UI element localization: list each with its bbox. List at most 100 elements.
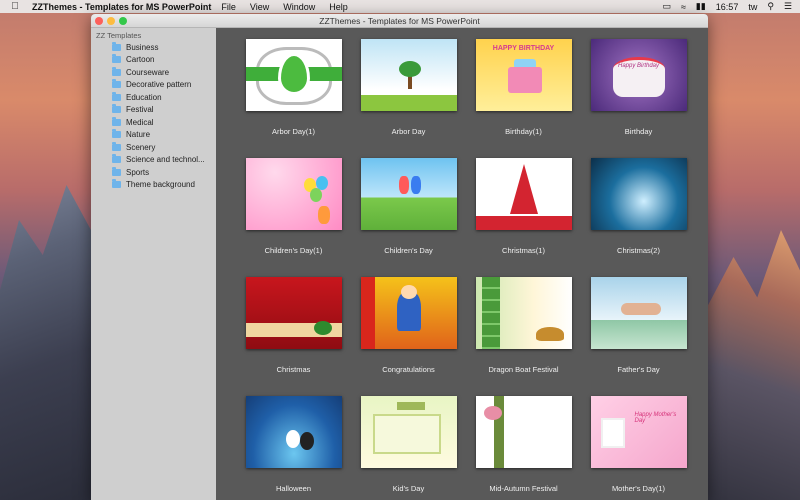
sidebar-item-medical[interactable]: Medical xyxy=(91,116,216,129)
template-gallery: Arbor Day(1) Arbor Day HAPPY BIRTHDAY Bi… xyxy=(216,28,708,500)
template-label: Father's Day xyxy=(617,365,660,374)
template-thumbnail[interactable]: HAPPY BIRTHDAY xyxy=(475,39,572,111)
sidebar-item-science[interactable]: Science and technol... xyxy=(91,154,216,167)
menu-app-name[interactable]: ZZThemes - Templates for MS PowerPoint xyxy=(32,2,211,12)
sidebar-item-label: Business xyxy=(126,42,159,52)
template-thumbnail[interactable] xyxy=(475,158,572,230)
desktop-mountain-left xyxy=(0,185,95,500)
template-item[interactable]: Children's Day xyxy=(351,152,466,271)
sidebar-item-courseware[interactable]: Courseware xyxy=(91,66,216,79)
sidebar-item-nature[interactable]: Nature xyxy=(91,129,216,142)
sidebar-item-theme-background[interactable]: Theme background xyxy=(91,179,216,192)
template-thumbnail[interactable] xyxy=(245,277,342,349)
sidebar-item-label: Courseware xyxy=(126,67,170,77)
sidebar-item-festival[interactable]: Festival xyxy=(91,104,216,117)
list-icon[interactable]: ☰ xyxy=(784,1,792,12)
sidebar-item-decorative-pattern[interactable]: Decorative pattern xyxy=(91,79,216,92)
menu-view[interactable]: View xyxy=(250,2,269,12)
wifi-icon[interactable]: ≈ xyxy=(681,2,686,12)
sidebar-item-label: Scenery xyxy=(126,142,156,152)
template-item[interactable]: Kid's Day xyxy=(351,390,466,500)
template-thumbnail[interactable] xyxy=(360,39,457,111)
folder-icon xyxy=(112,41,121,51)
user-name[interactable]: tw xyxy=(748,2,757,12)
menu-bar-tray: ▭ ≈ ▮▮ 16:57 tw ⚲ ☰ xyxy=(662,1,792,12)
sidebar-item-label: Science and technol... xyxy=(126,155,205,165)
folder-icon xyxy=(112,91,121,101)
menu-window[interactable]: Window xyxy=(283,2,315,12)
folder-icon xyxy=(112,179,121,189)
sidebar-item-sports[interactable]: Sports xyxy=(91,166,216,179)
app-window: ZZThemes - Templates for MS PowerPoint Z… xyxy=(91,14,708,500)
folder-icon xyxy=(112,154,121,164)
menu-file[interactable]: File xyxy=(221,2,236,12)
desktop-mountain-right xyxy=(705,230,800,500)
sidebar-item-label: Theme background xyxy=(126,180,195,190)
template-item[interactable]: Christmas(2) xyxy=(581,152,696,271)
template-thumbnail[interactable] xyxy=(360,277,457,349)
template-item[interactable]: Congratulations xyxy=(351,271,466,390)
template-grid: Arbor Day(1) Arbor Day HAPPY BIRTHDAY Bi… xyxy=(216,28,708,500)
search-icon[interactable]: ⚲ xyxy=(767,1,774,12)
battery-icon[interactable]: ▮▮ xyxy=(696,1,706,12)
template-item[interactable]: Arbor Day(1) xyxy=(236,33,351,152)
template-label: Christmas(2) xyxy=(617,246,660,255)
template-item[interactable]: Mid-Autumn Festival xyxy=(466,390,581,500)
folder-icon xyxy=(112,79,121,89)
template-label: Congratulations xyxy=(382,365,435,374)
template-thumbnail[interactable]: Happy Mother's Day xyxy=(590,396,687,468)
template-item[interactable]: Father's Day xyxy=(581,271,696,390)
template-thumbnail[interactable] xyxy=(590,277,687,349)
template-thumbnail[interactable] xyxy=(475,396,572,468)
template-label: Christmas(1) xyxy=(502,246,545,255)
template-label: Dragon Boat Festival xyxy=(488,365,559,374)
template-label: Arbor Day xyxy=(391,127,426,136)
template-item[interactable]: Arbor Day xyxy=(351,33,466,152)
template-label: Children's Day xyxy=(384,246,433,255)
template-item[interactable]: Happy Birthday Birthday xyxy=(581,33,696,152)
template-thumbnail[interactable]: Happy Birthday xyxy=(590,39,687,111)
template-label: Mid-Autumn Festival xyxy=(489,484,558,493)
template-item[interactable]: Dragon Boat Festival xyxy=(466,271,581,390)
folder-icon xyxy=(112,54,121,64)
folder-icon xyxy=(112,116,121,126)
template-label: Arbor Day(1) xyxy=(272,127,315,136)
template-label: Children's Day(1) xyxy=(264,246,323,255)
template-thumbnail[interactable] xyxy=(590,158,687,230)
template-item[interactable]: Christmas xyxy=(236,271,351,390)
sidebar-item-scenery[interactable]: Scenery xyxy=(91,141,216,154)
airplay-icon[interactable]: ▭ xyxy=(662,1,671,12)
apple-icon[interactable]:  xyxy=(6,1,24,12)
sidebar-item-business[interactable]: Business xyxy=(91,41,216,54)
template-item[interactable]: Children's Day(1) xyxy=(236,152,351,271)
menu-help[interactable]: Help xyxy=(329,2,348,12)
template-item[interactable]: Happy Mother's Day Mother's Day(1) xyxy=(581,390,696,500)
template-label: Mother's Day(1) xyxy=(611,484,666,493)
sidebar-item-label: Cartoon xyxy=(126,55,155,65)
clock[interactable]: 16:57 xyxy=(716,2,739,12)
template-thumbnail[interactable] xyxy=(360,158,457,230)
thumbnail-text: Happy Mother's Day xyxy=(634,412,677,424)
sidebar-item-education[interactable]: Education xyxy=(91,91,216,104)
template-thumbnail[interactable] xyxy=(245,396,342,468)
sidebar-item-label: Festival xyxy=(126,105,154,115)
template-item[interactable]: Christmas(1) xyxy=(466,152,581,271)
template-thumbnail[interactable] xyxy=(245,158,342,230)
template-thumbnail[interactable] xyxy=(245,39,342,111)
template-thumbnail[interactable] xyxy=(475,277,572,349)
sidebar-item-label: Sports xyxy=(126,167,150,177)
sidebar: ZZ Templates Business Cartoon Courseware… xyxy=(91,28,216,500)
window-titlebar[interactable]: ZZThemes - Templates for MS PowerPoint xyxy=(91,14,708,28)
thumbnail-text: HAPPY BIRTHDAY xyxy=(492,45,555,52)
template-label: Christmas xyxy=(276,365,311,374)
sidebar-root[interactable]: ZZ Templates xyxy=(91,31,216,41)
template-label: Birthday(1) xyxy=(505,127,542,136)
folder-icon xyxy=(112,66,121,76)
template-item[interactable]: HAPPY BIRTHDAY Birthday(1) xyxy=(466,33,581,152)
sidebar-item-label: Education xyxy=(126,92,162,102)
template-item[interactable]: Halloween xyxy=(236,390,351,500)
sidebar-item-cartoon[interactable]: Cartoon xyxy=(91,54,216,67)
thumbnail-text: Happy Birthday xyxy=(617,63,660,69)
sidebar-item-label: Decorative pattern xyxy=(126,80,192,90)
template-thumbnail[interactable] xyxy=(360,396,457,468)
